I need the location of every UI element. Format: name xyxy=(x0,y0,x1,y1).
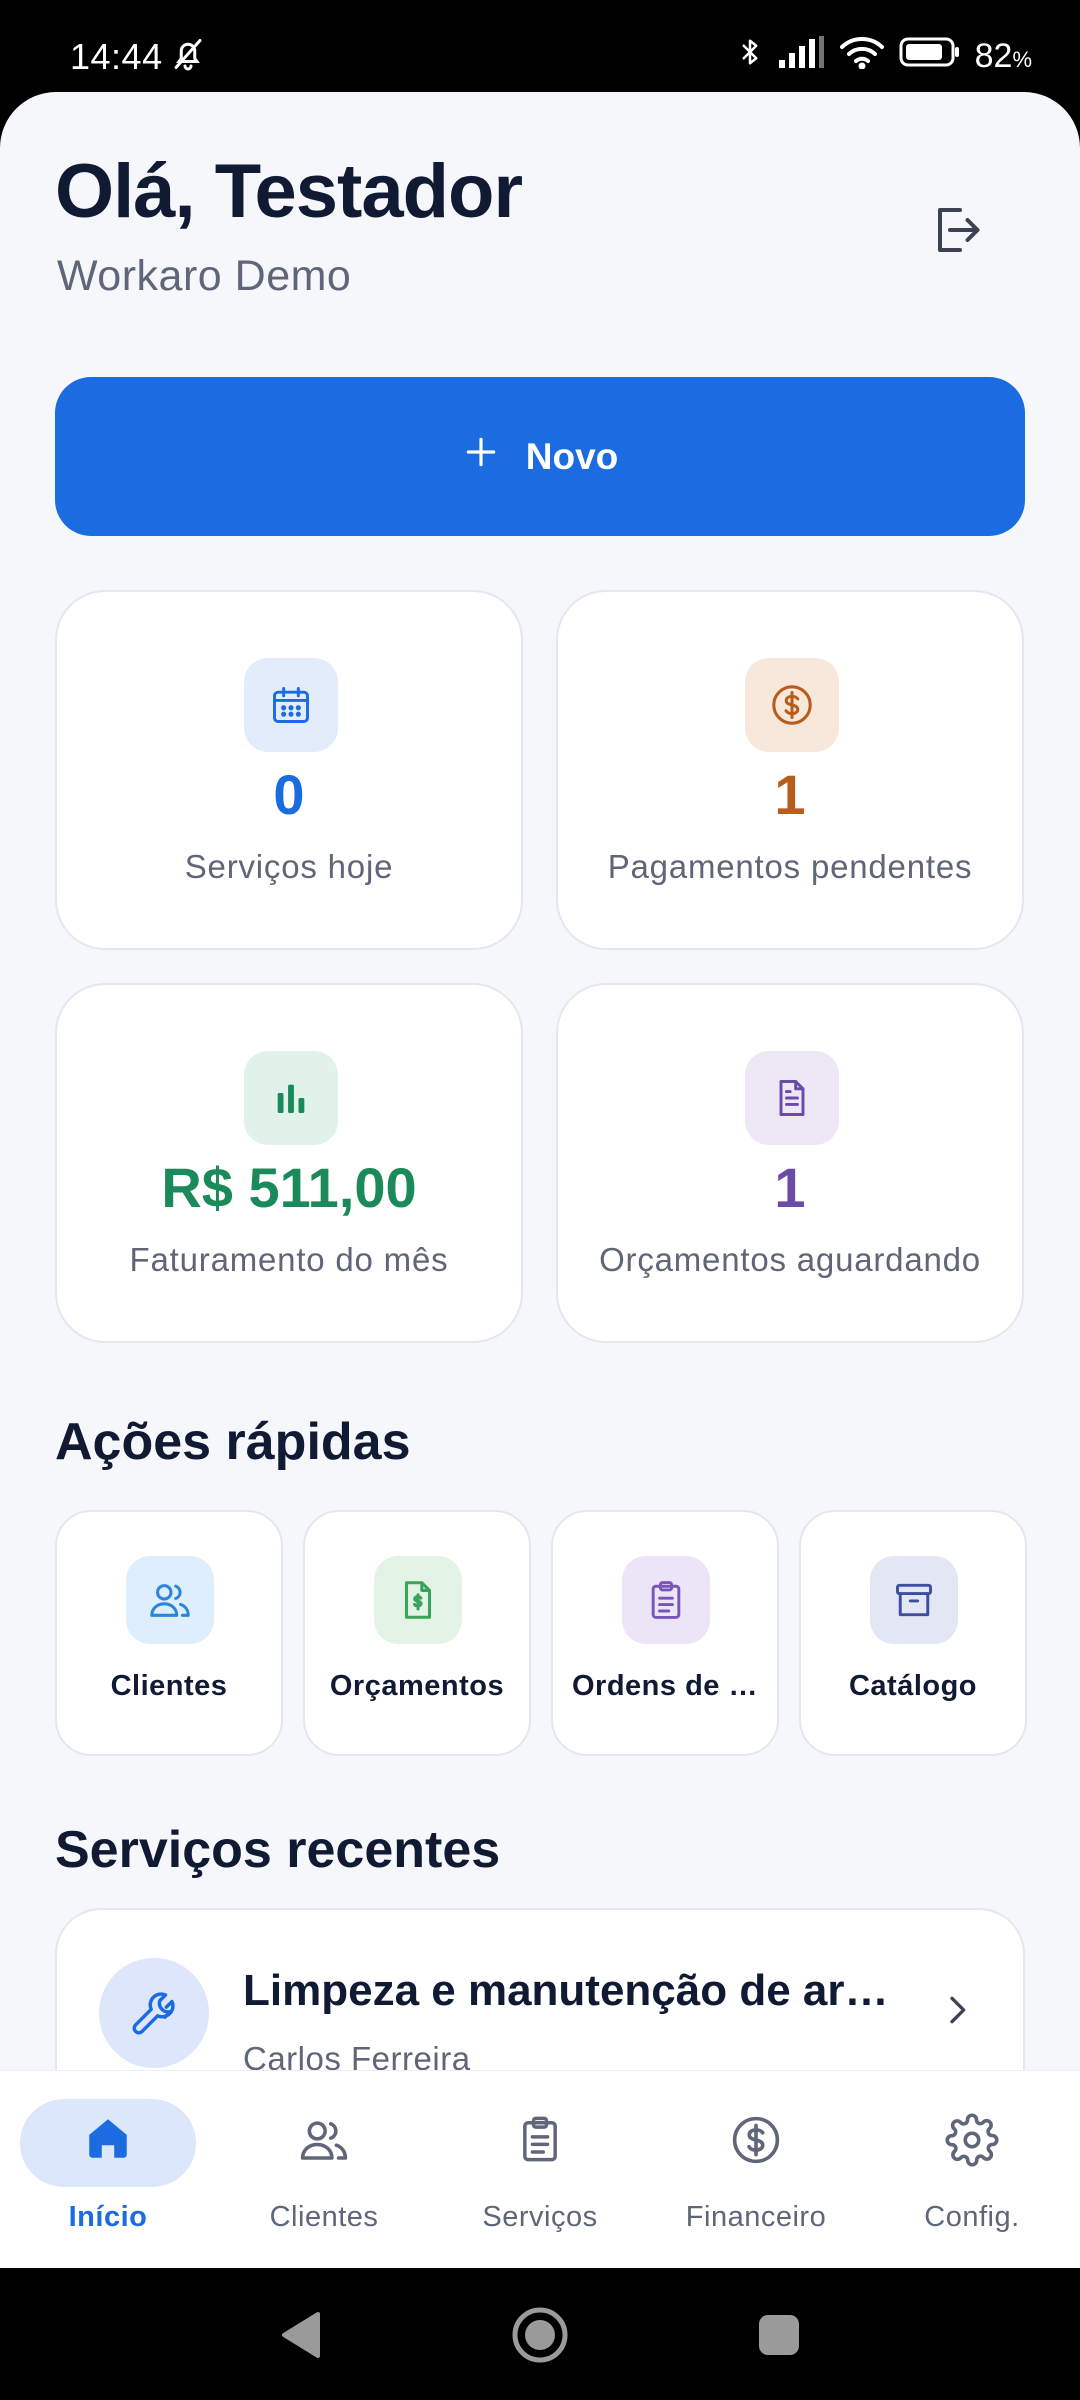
status-bar: 14:44 82% xyxy=(0,0,1080,92)
company-name: Workaro Demo xyxy=(57,252,352,300)
wifi-icon xyxy=(839,35,885,78)
nav-label: Config. xyxy=(924,2201,1020,2233)
stat-label: Serviços hoje xyxy=(184,848,394,885)
stat-value: 0 xyxy=(273,763,305,826)
nav-label: Início xyxy=(68,2201,148,2233)
recents-icon[interactable] xyxy=(757,2313,801,2362)
quick-actions-title: Ações rápidas xyxy=(55,1413,411,1471)
bluetooth-icon xyxy=(735,34,765,79)
document-icon xyxy=(745,1051,839,1145)
new-button-label: Novo xyxy=(525,435,619,477)
stat-card-services-today[interactable]: 0 Serviços hoje xyxy=(55,590,523,950)
logout-button[interactable] xyxy=(925,200,985,260)
stat-card-quotes-awaiting[interactable]: 1 Orçamentos aguardando xyxy=(556,983,1024,1343)
signal-icon xyxy=(778,36,825,77)
nav-label: Clientes xyxy=(269,2201,379,2233)
bell-off-icon xyxy=(170,36,206,77)
quick-action-quotes[interactable]: Orçamentos xyxy=(303,1510,531,1756)
greeting-title: Olá, Testador xyxy=(55,149,523,234)
new-button[interactable]: Novo xyxy=(55,377,1025,536)
stat-card-monthly-revenue[interactable]: R$ 511,00 Faturamento do mês xyxy=(55,983,523,1343)
quick-action-label: Catálogo xyxy=(848,1670,978,1702)
nav-item-clients[interactable]: Clientes xyxy=(216,2071,432,2268)
archive-icon xyxy=(870,1556,958,1644)
nav-label: Serviços xyxy=(482,2201,598,2233)
nav-item-services[interactable]: Serviços xyxy=(432,2071,648,2268)
dollar-icon xyxy=(648,2113,864,2167)
plus-icon xyxy=(462,433,500,480)
stat-value: R$ 511,00 xyxy=(161,1156,417,1219)
quick-action-catalog[interactable]: Catálogo xyxy=(799,1510,1027,1756)
dollar-icon xyxy=(745,658,839,752)
quick-action-label: Ordens de … xyxy=(572,1670,758,1702)
chevron-right-icon xyxy=(937,1990,977,2035)
invoice-icon xyxy=(374,1556,462,1644)
clipboard-icon xyxy=(622,1556,710,1644)
home-screen: Olá, Testador Workaro Demo Novo 0 Serviç… xyxy=(0,92,1080,2268)
home-icon xyxy=(0,2113,216,2163)
system-navigation-bar xyxy=(0,2268,1080,2400)
nav-item-settings[interactable]: Config. xyxy=(864,2071,1080,2268)
nav-label: Financeiro xyxy=(685,2201,827,2233)
calendar-icon xyxy=(244,658,338,752)
quick-action-clients[interactable]: Clientes xyxy=(55,1510,283,1756)
wrench-icon xyxy=(99,1958,209,2068)
status-time: 14:44 xyxy=(70,36,163,77)
gear-icon xyxy=(864,2113,1080,2167)
nav-item-financial[interactable]: Financeiro xyxy=(648,2071,864,2268)
stat-label: Pagamentos pendentes xyxy=(607,848,973,885)
quick-action-label: Clientes xyxy=(110,1670,228,1702)
users-icon xyxy=(126,1556,214,1644)
battery-level: 82% xyxy=(974,37,1032,75)
back-icon[interactable] xyxy=(278,2310,324,2365)
clipboard-icon xyxy=(432,2113,648,2165)
home-circle-icon[interactable] xyxy=(511,2306,569,2369)
bar-chart-icon xyxy=(244,1051,338,1145)
quick-action-label: Orçamentos xyxy=(329,1670,505,1702)
bottom-navigation: Início Clientes Serviços Financeiro Conf… xyxy=(0,2070,1080,2268)
nav-item-home[interactable]: Início xyxy=(0,2071,216,2268)
users-icon xyxy=(216,2113,432,2167)
quick-action-work-orders[interactable]: Ordens de … xyxy=(551,1510,779,1756)
service-title: Limpeza e manutenção de ar-c... xyxy=(243,1966,893,2015)
stat-label: Orçamentos aguardando xyxy=(599,1241,981,1278)
stat-label: Faturamento do mês xyxy=(129,1241,449,1278)
logout-icon xyxy=(925,208,985,264)
stat-value: 1 xyxy=(774,1156,806,1219)
stat-value: 1 xyxy=(774,763,806,826)
battery-icon xyxy=(899,36,961,77)
recent-services-title: Serviços recentes xyxy=(55,1821,501,1879)
stat-card-pending-payments[interactable]: 1 Pagamentos pendentes xyxy=(556,590,1024,950)
